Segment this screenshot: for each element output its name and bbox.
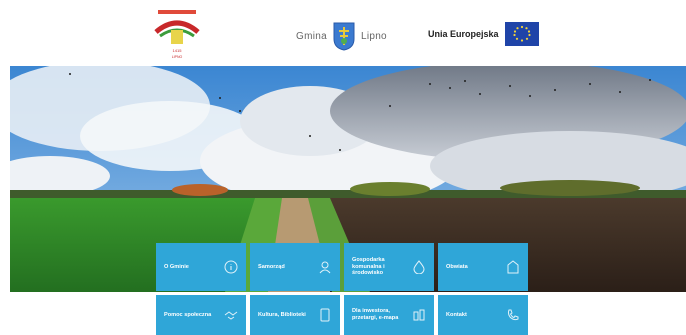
svg-text:1415: 1415 [173,48,183,53]
tile-dla-inwestora[interactable]: Dla inwestora, przetargi, e-mapa [344,295,434,335]
crest-icon [333,22,355,51]
site-header: 1415 LIPNO Gmina Lipno Unia Europejska [0,0,686,66]
svg-text:LIPNO: LIPNO [172,55,183,59]
handshake-icon [224,311,238,320]
tile-label: Obwiata [446,263,468,270]
book-icon [320,308,330,322]
info-icon [224,260,238,274]
tile-label: Samorząd [258,263,285,270]
tile-label: Pomoc społeczna [164,311,212,318]
tile-pomoc-spoleczna[interactable]: Pomoc społeczna [156,295,246,335]
gmina-brand[interactable]: Gmina Lipno [296,20,387,52]
document-icon [507,260,519,274]
gmina-label-left: Gmina [296,30,327,42]
phone-icon [507,309,519,321]
tile-label: Kontakt [446,311,467,318]
map-icon [413,309,425,321]
drop-icon [413,260,425,274]
municipality-logo[interactable]: 1415 LIPNO [150,8,204,62]
eu-label: Unia Europejska [428,29,499,39]
tile-label: Dla inwestora, przetargi, e-mapa [352,308,399,321]
tile-label: Gospodarka komunalna i środowisko [352,256,385,277]
tile-o-gminie[interactable]: O Gminie [156,243,246,291]
tile-kultura[interactable]: Kultura, Biblioteki [250,295,340,335]
gmina-label-right: Lipno [360,30,387,42]
tile-gospodarka[interactable]: Gospodarka komunalna i środowisko [344,243,434,291]
eu-flag-icon [504,22,539,46]
tile-label: O Gminie [164,263,189,270]
quick-links-grid: O Gminie Samorząd Gospodarka komunalna i… [156,243,528,335]
tile-label: Kultura, Biblioteki [258,311,306,318]
tile-obwiata[interactable]: Obwiata [438,243,528,291]
tile-samorzad[interactable]: Samorząd [250,243,340,291]
eu-brand[interactable]: Unia Europejska [428,22,539,46]
user-icon [319,261,331,274]
tile-kontakt[interactable]: Kontakt [438,295,528,335]
